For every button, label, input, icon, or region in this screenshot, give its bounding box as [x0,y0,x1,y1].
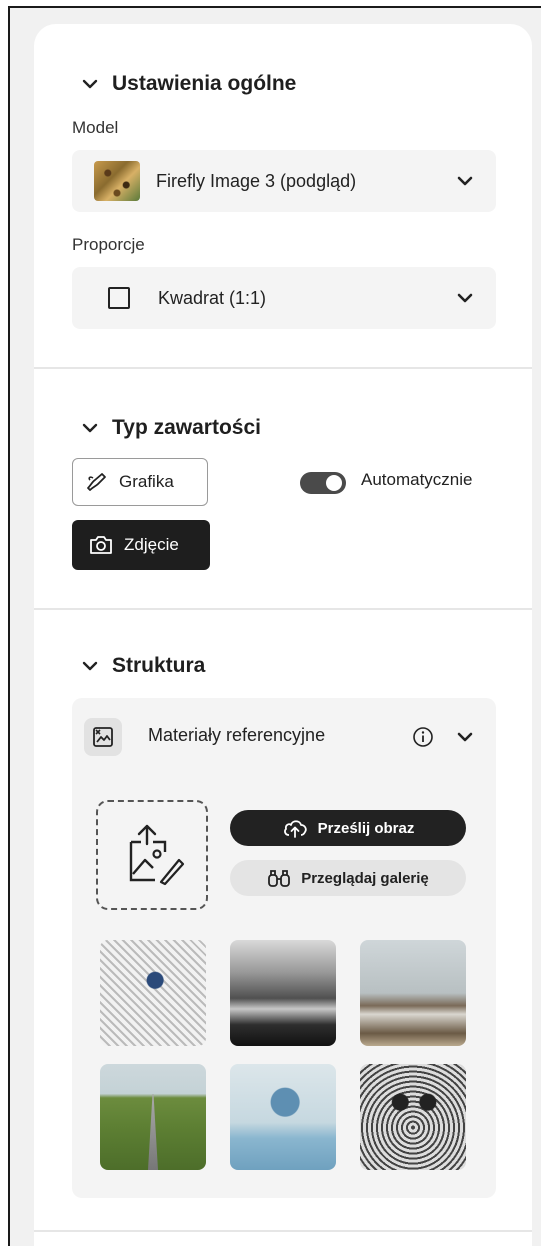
general-settings-title: Ustawienia ogólne [112,72,297,95]
structure-title: Struktura [112,654,206,677]
living-room-image[interactable] [360,940,466,1046]
chevron-down-icon[interactable] [456,728,474,746]
browse-gallery-button[interactable]: Przeglądaj galerię [230,860,466,896]
content-type-header[interactable]: Typ zawartości [80,416,261,440]
bird-sketch-image[interactable] [100,940,206,1046]
model-value: Firefly Image 3 (podgląd) [156,170,357,191]
structure-header[interactable]: Struktura [80,654,205,678]
model-select[interactable]: Firefly Image 3 (podgląd) [72,150,496,212]
settings-panel: Ustawienia ogólne Model Firefly Image 3 … [34,24,532,1246]
aspect-ratio-select[interactable]: Kwadrat (1:1) [72,267,496,329]
chevron-down-icon [82,79,98,89]
road-shape [148,1094,158,1170]
model-label: Model [72,118,119,137]
chevron-down-icon [82,661,98,671]
content-type-title: Typ zawartości [112,416,261,439]
binoculars-icon [268,870,291,887]
chevron-down-icon [457,176,473,186]
upload-image-icon [129,824,185,886]
photo-button[interactable]: Zdjęcie [72,520,210,570]
photo-label: Zdjęcie [124,535,179,554]
upload-image-label: Prześlij obraz [317,819,415,837]
misty-river-image[interactable] [230,940,336,1046]
camera-icon [90,536,112,554]
square-icon [108,287,130,309]
auto-toggle[interactable] [300,472,346,494]
cloud-upload-icon [283,820,307,838]
reference-image-icon [84,718,122,756]
info-icon[interactable] [412,726,434,748]
chevron-down-icon [82,423,98,433]
section-divider [34,1230,532,1232]
toggle-knob [326,475,342,491]
reference-card: Materiały referencyjne Prześlij obraz Pr… [72,698,496,1198]
aspect-ratio-value: Kwadrat (1:1) [158,287,267,308]
sphere-cube-image[interactable] [230,1064,336,1170]
auto-label: Automatycznie [361,470,473,489]
upload-image-button[interactable]: Prześlij obraz [230,810,466,846]
model-thumbnail [94,161,140,201]
owl-sketch-image[interactable] [360,1064,466,1170]
aspect-ratio-label: Proporcje [72,235,145,254]
chevron-down-icon [457,293,473,303]
graphic-button[interactable]: Grafika [72,458,208,506]
upload-dropzone[interactable] [96,800,208,910]
section-divider [34,367,532,369]
field-road-image[interactable] [100,1064,206,1170]
general-settings-header[interactable]: Ustawienia ogólne [80,72,296,96]
brush-icon [87,473,106,491]
graphic-label: Grafika [119,472,174,491]
reference-label: Materiały referencyjne [148,725,326,745]
browse-gallery-label: Przeglądaj galerię [301,869,429,887]
section-divider [34,608,532,610]
